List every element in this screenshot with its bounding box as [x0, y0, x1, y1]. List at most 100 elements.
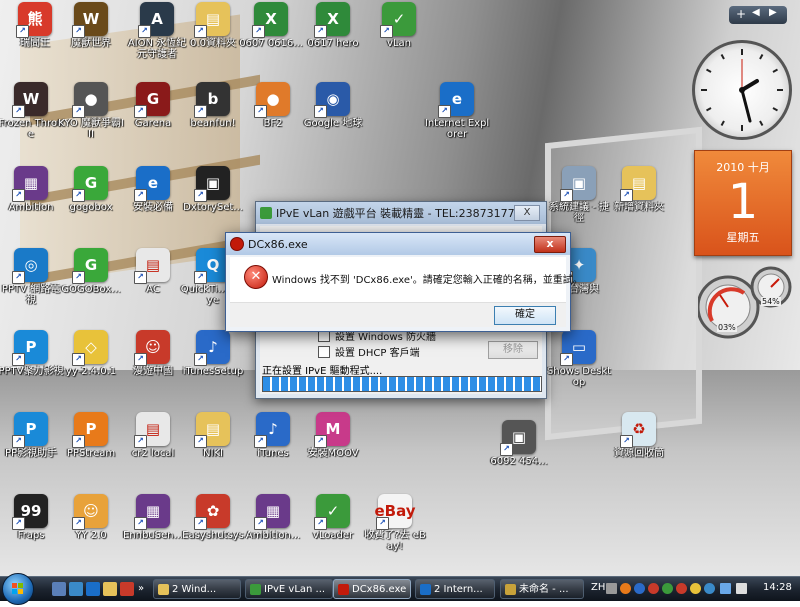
app-icon[interactable]: X ↗	[252, 2, 288, 38]
desktop-icon[interactable]: ● ↗ KYO 魔獸爭霸III	[58, 82, 124, 140]
error-dialog[interactable]: DCx86.exe x ✕ Windows 找不到 'DCx86.exe'。請確…	[225, 232, 583, 332]
tray-app-icon[interactable]	[620, 583, 631, 594]
desktop-icon[interactable]: ◉ ↗ Google 地球	[300, 82, 366, 129]
internet-explorer-icon[interactable]	[86, 582, 100, 596]
show-desktop-icon[interactable]	[52, 582, 66, 596]
taskbar-button[interactable]: 未命名 - ...	[500, 579, 584, 599]
desktop-icon[interactable]: ♻ ↗ 資源回收筒	[606, 412, 672, 459]
desktop-icon[interactable]: ▤ ↗ NIKI	[180, 412, 246, 459]
desktop[interactable]: 熊 ↗ 瑞聞王 W ↗ 魔獸世界 A ↗ AION 永恆紀元守護者 ▤ ↗ 0.0資料夾 X ↗ 0607 …	[0, 0, 800, 576]
app-icon[interactable]: ● ↗	[72, 82, 108, 118]
app-icon[interactable]: ● ↗	[254, 82, 290, 118]
app-icon[interactable]: eBay ↗	[374, 494, 416, 530]
input-method-icon[interactable]	[606, 583, 617, 594]
media-icon[interactable]	[120, 582, 134, 596]
desktop-icon[interactable]: ✓ ↗ vLan	[366, 2, 432, 49]
taskbar-button[interactable]: IPvE vLan ...	[245, 579, 333, 599]
desktop-icon[interactable]: X ↗ 0607 0616...	[238, 2, 304, 49]
app-icon[interactable]: ▤ ↗	[620, 166, 656, 202]
app-icon[interactable]: ◎ ↗	[12, 248, 48, 284]
app-icon[interactable]: ▣ ↗	[500, 420, 536, 456]
checkbox-dhcp-client[interactable]: 設置 DHCP 客戶端	[318, 344, 420, 359]
desktop-icon[interactable]: W ↗ 魔獸世界	[58, 2, 124, 49]
tray-app-icon[interactable]	[634, 583, 645, 594]
quicklaunch-more-icon[interactable]: »	[138, 582, 146, 596]
desktop-icon[interactable]: ☺ ↗ 漫遊中國	[120, 330, 186, 377]
app-icon[interactable]: ▣ ↗	[194, 166, 230, 202]
desktop-icon[interactable]: e ↗ Internet Explorer	[424, 82, 490, 140]
desktop-icon[interactable]: W ↗ Frozen Throne	[0, 82, 64, 140]
app-icon[interactable]: W ↗	[12, 82, 48, 118]
desktop-icon[interactable]: ▤ ↗ cr2 local	[120, 412, 186, 459]
desktop-icon[interactable]: 99 ↗ Fraps	[0, 494, 64, 541]
dialog-close-button[interactable]: x	[534, 236, 566, 253]
taskbar-button[interactable]: DCx86.exe	[333, 579, 411, 599]
desktop-icon[interactable]: G ↗ gogobox	[58, 166, 124, 213]
desktop-icon[interactable]: ♪ ↗ iTunes	[240, 412, 306, 459]
checkbox-icon[interactable]	[318, 345, 330, 358]
app-icon[interactable]: ◉ ↗	[314, 82, 350, 118]
app-icon[interactable]: P ↗	[12, 330, 48, 366]
folder-icon[interactable]	[103, 582, 117, 596]
desktop-icon[interactable]: ▤ ↗ 新增資料夾	[606, 166, 672, 213]
installer-close-button[interactable]: X	[514, 205, 540, 221]
desktop-icon[interactable]: ▦ ↗ Ambition	[0, 166, 64, 213]
desktop-icon[interactable]: ▣ ↗ 系統建議 - 捷徑	[546, 166, 612, 224]
app-icon[interactable]: 熊 ↗	[16, 2, 52, 38]
app-icon[interactable]: ☺ ↗	[134, 330, 170, 366]
app-icon[interactable]: G ↗	[72, 166, 108, 202]
app-icon[interactable]: ▣ ↗	[560, 166, 596, 202]
app-icon[interactable]: W ↗	[72, 2, 108, 38]
app-icon[interactable]: ✓ ↗	[314, 494, 350, 530]
app-icon[interactable]: ✿ ↗	[194, 494, 230, 530]
app-icon[interactable]: ▤ ↗	[134, 248, 170, 284]
desktop-icon[interactable]: ◎ ↗ PPTV 網路電視	[0, 248, 64, 306]
network-icon[interactable]	[720, 583, 731, 594]
desktop-icon[interactable]: ▦ ↗ Ambition...	[240, 494, 306, 541]
app-icon[interactable]: ▤ ↗	[134, 412, 170, 448]
tray-app-icon[interactable]	[690, 583, 701, 594]
desktop-icon[interactable]: ▭ ↗ Shows Desktop	[546, 330, 612, 388]
app-icon[interactable]: e ↗	[134, 166, 170, 202]
desktop-icon[interactable]: ● ↗ BF2	[240, 82, 306, 129]
tray-app-icon[interactable]	[676, 583, 687, 594]
desktop-icon[interactable]: eBay ↗ 收費了?去 eBay!	[362, 494, 428, 552]
desktop-icon[interactable]: b ↗ beanfun!	[180, 82, 246, 129]
desktop-icon[interactable]: ◇ ↗ yy-2.4.0.1	[58, 330, 124, 377]
cpu-meter-gadget[interactable]: 03% 54%	[696, 265, 794, 343]
ok-button[interactable]: 確定	[494, 306, 556, 325]
app-icon[interactable]: ▤ ↗	[194, 2, 230, 38]
tray-app-icon[interactable]	[662, 583, 673, 594]
desktop-icon[interactable]: ▤ ↗ AC	[120, 248, 186, 295]
app-icon[interactable]: P ↗	[72, 412, 108, 448]
desktop-icon[interactable]: P ↗ PP影視助手	[0, 412, 64, 459]
language-indicator[interactable]: ZH	[591, 582, 605, 593]
switch-windows-icon[interactable]	[69, 582, 83, 596]
desktop-icon[interactable]: ▤ ↗ 0.0資料夾	[180, 2, 246, 49]
desktop-icon[interactable]: ☺ ↗ YY 2.0	[58, 494, 124, 541]
app-icon[interactable]: ♪ ↗	[254, 412, 290, 448]
desktop-icon[interactable]: ▣ ↗ DxtorySet...	[180, 166, 246, 213]
app-icon[interactable]: ▭ ↗	[560, 330, 596, 366]
desktop-icon[interactable]: e ↗ 安裝必備	[120, 166, 186, 213]
app-icon[interactable]: X ↗	[314, 2, 350, 38]
app-icon[interactable]: G ↗	[134, 82, 170, 118]
app-icon[interactable]: ◇ ↗	[72, 330, 108, 366]
desktop-icon[interactable]: G ↗ GOGOBox...	[58, 248, 124, 295]
desktop-icon[interactable]: ▣ ↗ 6092 454...	[486, 420, 552, 467]
app-icon[interactable]: ☺ ↗	[72, 494, 108, 530]
taskbar-button[interactable]: 2 Wind...	[153, 579, 241, 599]
dialog-titlebar[interactable]: DCx86.exe	[226, 233, 570, 255]
app-icon[interactable]: b ↗	[194, 82, 230, 118]
desktop-icon[interactable]: ✓ ↗ vLoader	[300, 494, 366, 541]
desktop-icon[interactable]: P ↗ PPStream	[58, 412, 124, 459]
desktop-icon[interactable]: ▦ ↗ EnnbuSen...	[120, 494, 186, 541]
start-button[interactable]	[2, 573, 34, 605]
tray-app-icon[interactable]	[648, 583, 659, 594]
desktop-icon[interactable]: G ↗ Garena	[120, 82, 186, 129]
app-icon[interactable]: G ↗	[72, 248, 108, 284]
app-icon[interactable]: ♪ ↗	[194, 330, 230, 366]
desktop-icon[interactable]: ♪ ↗ iTunesSetup	[180, 330, 246, 377]
app-icon[interactable]: ▦ ↗	[254, 494, 290, 530]
app-icon[interactable]: 99 ↗	[12, 494, 48, 530]
